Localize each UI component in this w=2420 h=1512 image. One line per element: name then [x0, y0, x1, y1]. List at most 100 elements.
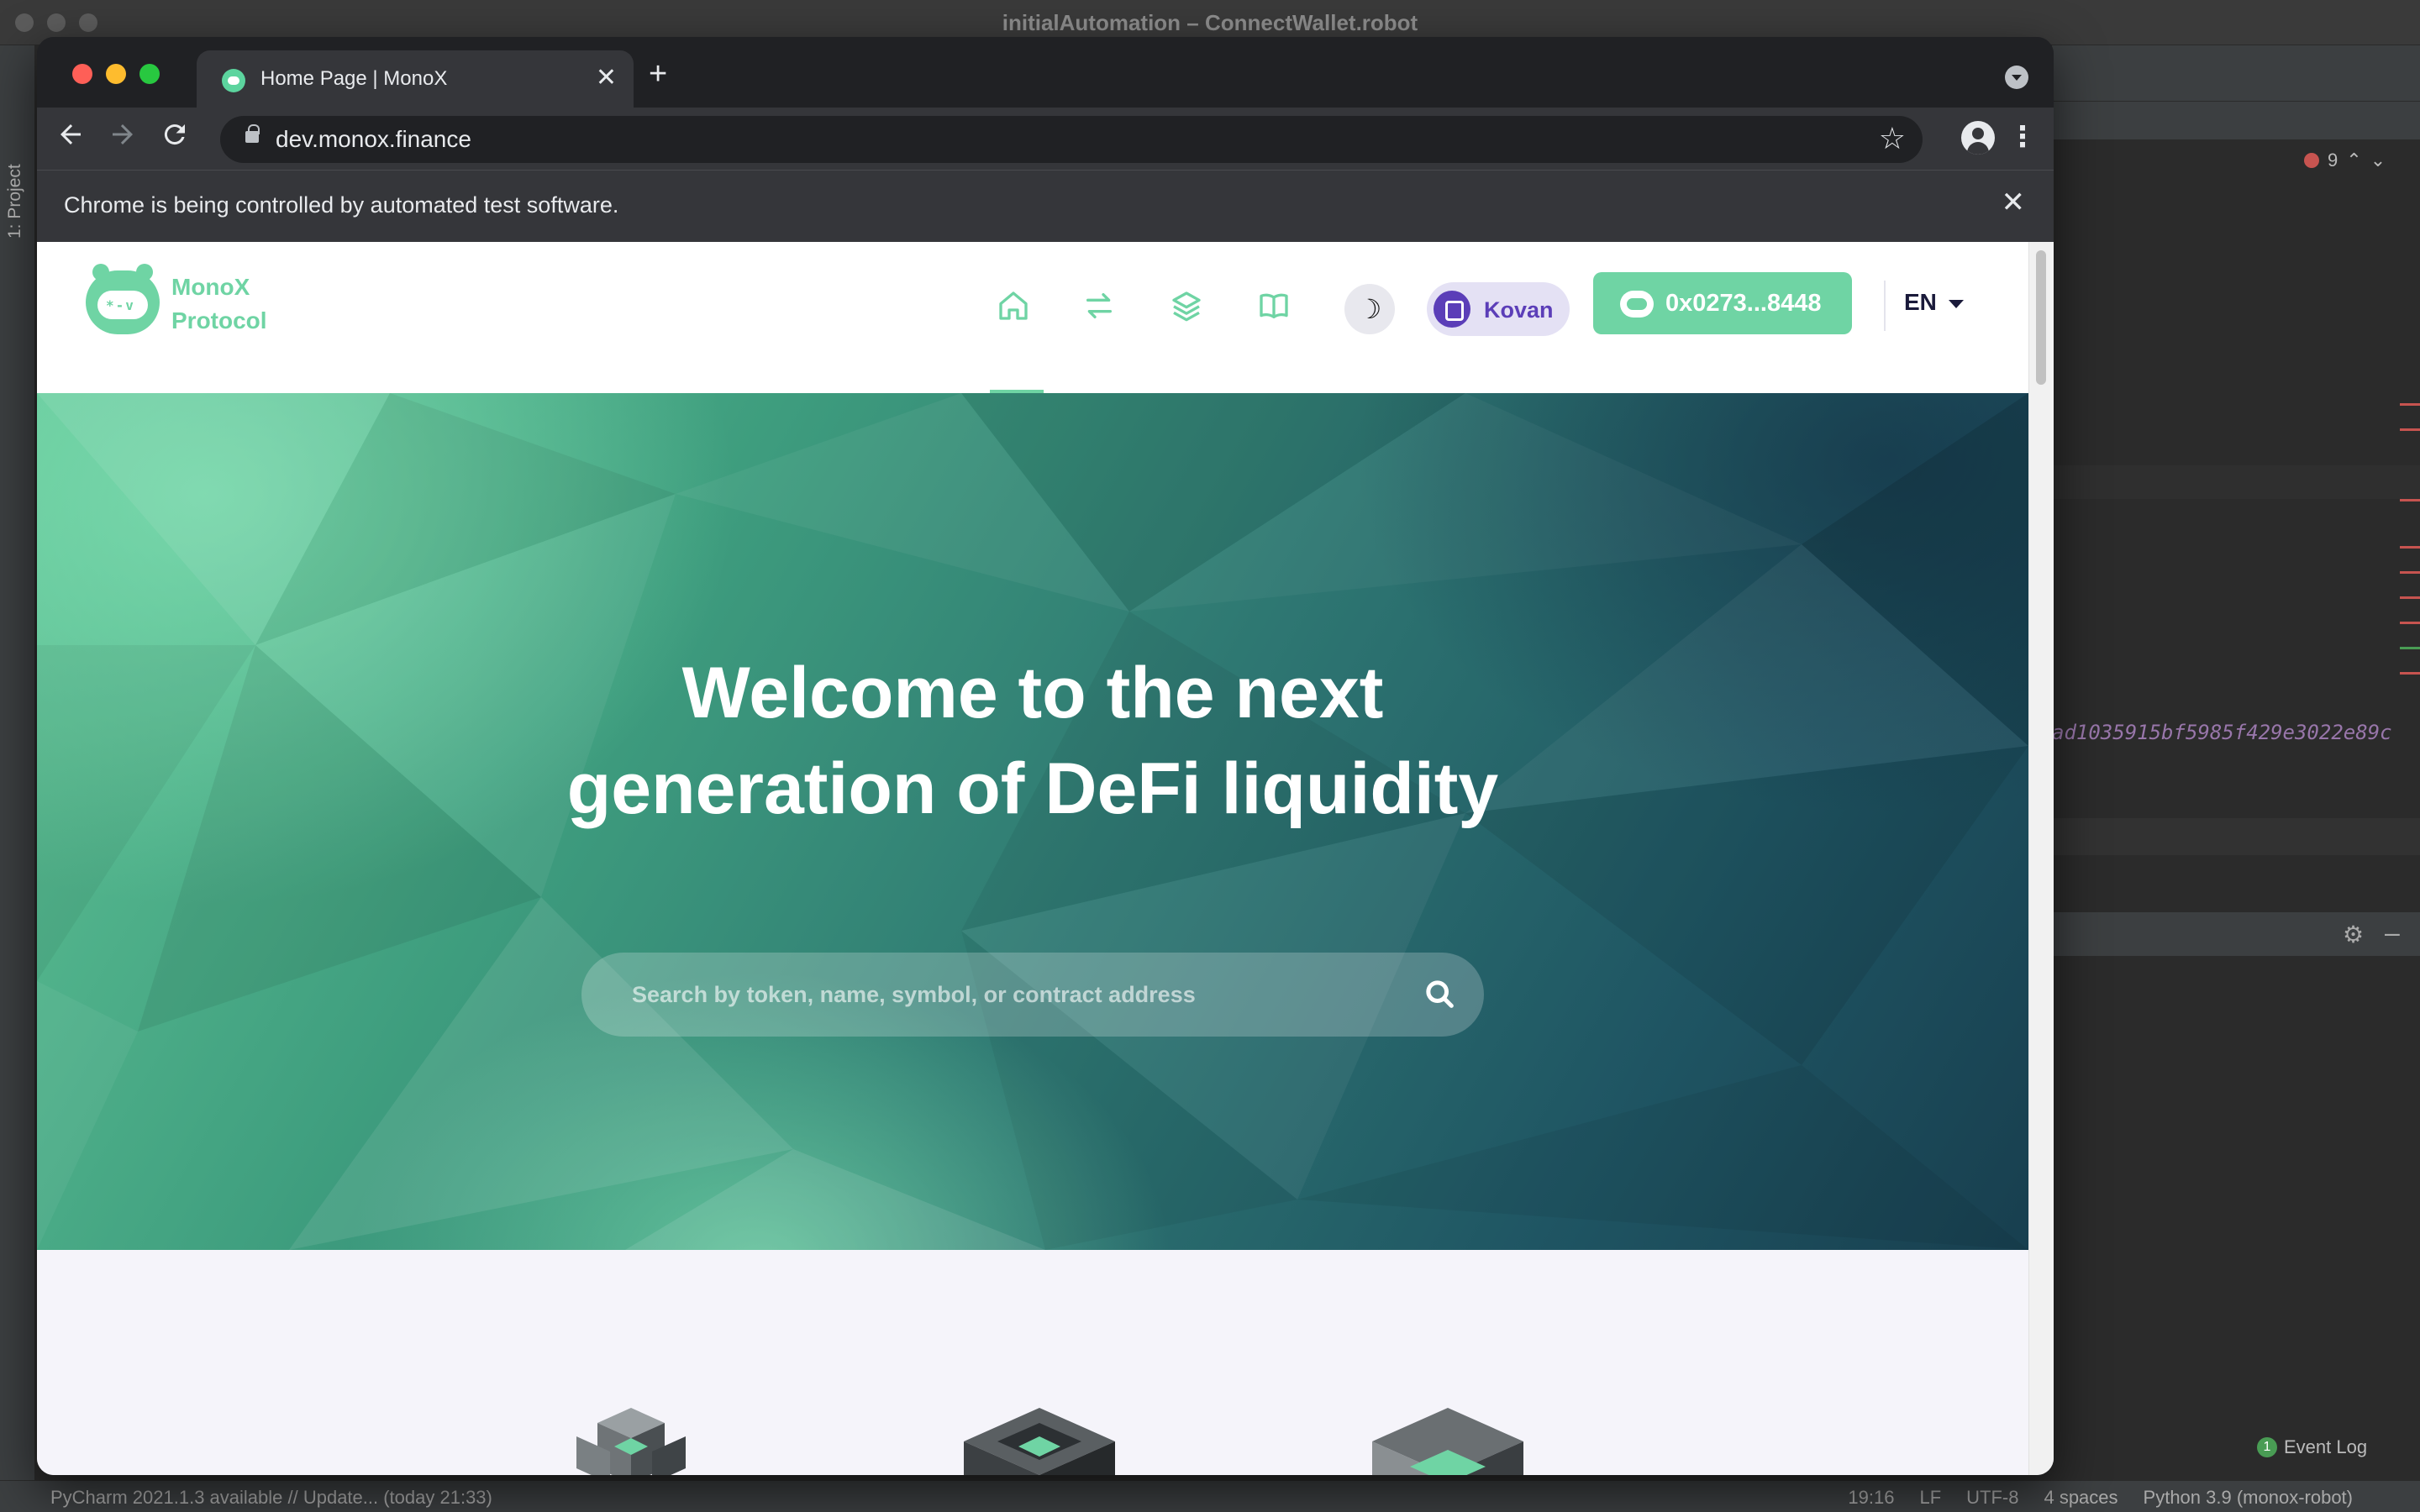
browser-toolbar: dev.monox.finance ☆ ⋮ — [37, 108, 2054, 170]
ide-window-title: initialAutomation – ConnectWallet.robot — [1002, 10, 1418, 35]
indent-setting[interactable]: 4 spaces — [2044, 1487, 2118, 1509]
wallet-icon — [1620, 291, 1654, 318]
arrow-left-icon — [60, 124, 81, 144]
back-button[interactable] — [55, 119, 86, 159]
nav-docs[interactable] — [1257, 289, 1297, 329]
automation-infobar: Chrome is being controlled by automated … — [37, 170, 2054, 242]
ide-left-tool-strip: 1: Project — [0, 45, 35, 1490]
bookmark-star-icon[interactable]: ☆ — [1879, 121, 1906, 156]
logo-wordmark[interactable]: MonoX Protocol — [171, 270, 267, 338]
file-encoding[interactable]: UTF-8 — [1966, 1487, 2018, 1509]
monox-logo-icon[interactable]: *-v — [86, 264, 160, 334]
core-cube-icon — [1372, 1408, 1523, 1475]
error-stripe-mark[interactable] — [2400, 546, 2420, 549]
error-count: 9 — [2328, 150, 2338, 171]
logo-ear — [136, 264, 153, 281]
nav-home[interactable] — [997, 289, 1037, 329]
editor-line-highlight — [2052, 465, 2420, 499]
error-stripe-mark[interactable] — [2400, 499, 2420, 501]
close-infobar-icon[interactable]: ✕ — [2002, 186, 2026, 219]
address-bar[interactable]: dev.monox.finance ☆ — [220, 116, 1923, 163]
chrome-menu-icon[interactable]: ⋮ — [2008, 116, 2037, 158]
book-icon — [1260, 293, 1288, 318]
arrow-right-icon — [113, 124, 133, 144]
minimize-icon[interactable]: – — [2385, 917, 2400, 948]
error-stripe-mark[interactable] — [2400, 403, 2420, 406]
bottom-panel-header: ⚙ – — [2052, 914, 2420, 956]
hero-headline: Welcome to the next generation of DeFi l… — [37, 645, 2028, 837]
language-label: EN — [1904, 289, 1937, 315]
event-count-badge: 1 — [2257, 1437, 2277, 1457]
caret-down-icon — [1948, 299, 1964, 308]
nav-pools[interactable] — [1170, 289, 1210, 329]
token-search-input[interactable] — [632, 973, 1388, 1016]
update-notice[interactable]: PyCharm 2021.1.3 available // Update... … — [50, 1487, 492, 1509]
error-indicator[interactable]: 9 ⌃ ⌄ — [2304, 150, 2386, 171]
ide-editor-area: 9 ⌃ ⌄ ad1035915bf5985f429e3022e89c ⚙ – 1… — [2052, 45, 2420, 1490]
line-separator[interactable]: LF — [1919, 1487, 1941, 1509]
network-selector[interactable]: Kovan — [1427, 282, 1570, 336]
window-controls — [72, 64, 160, 84]
tab-title: Home Page | MonoX — [260, 67, 448, 90]
blocks-cube-icon — [576, 1408, 686, 1475]
home-icon — [999, 291, 1028, 320]
logo-line-2: Protocol — [171, 307, 267, 333]
site-header: *-v MonoX Protocol ☽ Kovan 0x0273...8448… — [37, 242, 2028, 393]
change-stripe-mark[interactable] — [2400, 647, 2420, 649]
event-log-button[interactable]: 1 Event Log — [2257, 1436, 2367, 1458]
event-log-label: Event Log — [2284, 1436, 2368, 1457]
browser-tab-active[interactable]: Home Page | MonoX ✕ — [197, 50, 634, 108]
header-divider — [1884, 281, 1886, 331]
reload-button[interactable] — [160, 119, 190, 159]
project-tool-tab[interactable]: 1: Project — [5, 164, 25, 239]
zoom-window-button[interactable] — [139, 64, 160, 84]
hollow-cube-icon — [964, 1408, 1115, 1475]
search-icon[interactable] — [1423, 978, 1457, 1011]
hero-headline-line-1: Welcome to the next — [681, 653, 1384, 733]
logo-ear — [92, 264, 109, 281]
profile-avatar-icon[interactable] — [1961, 121, 1995, 155]
layers-icon — [1172, 291, 1201, 322]
new-tab-button[interactable]: + — [649, 58, 667, 90]
error-stripe-mark[interactable] — [2400, 428, 2420, 431]
minimize-window-button[interactable] — [106, 64, 126, 84]
status-bar-widgets: 19:16 LF UTF-8 4 spaces Python 3.9 (mono… — [1848, 1487, 2353, 1509]
logo-face: *-v — [106, 297, 135, 313]
logo-line-1: MonoX — [171, 274, 250, 300]
ide-editor-tabs — [2052, 101, 2420, 139]
error-stripe-mark[interactable] — [2400, 622, 2420, 624]
chevron-down-icon[interactable]: ⌄ — [2370, 150, 2386, 171]
code-hash-fragment: ad1035915bf5985f429e3022e89c — [2052, 721, 2392, 744]
hero-banner: Welcome to the next generation of DeFi l… — [37, 393, 2028, 1250]
lock-icon[interactable] — [245, 124, 260, 143]
ide-toolbar — [2052, 45, 2420, 101]
forward-button[interactable] — [108, 119, 138, 159]
language-selector[interactable]: EN — [1904, 289, 1964, 316]
error-stripe-mark[interactable] — [2400, 571, 2420, 574]
close-tab-icon[interactable]: ✕ — [596, 62, 617, 94]
error-stripe-mark[interactable] — [2400, 672, 2420, 675]
token-search-bar[interactable] — [581, 953, 1484, 1037]
network-icon — [1434, 291, 1470, 328]
page-scrollbar[interactable] — [2028, 242, 2054, 1475]
tab-search-icon[interactable] — [2005, 66, 2028, 89]
theme-toggle-moon-icon[interactable]: ☽ — [1344, 284, 1395, 334]
features-section — [37, 1250, 2028, 1475]
cursor-position[interactable]: 19:16 — [1848, 1487, 1894, 1509]
python-interpreter[interactable]: Python 3.9 (monox-robot) — [2144, 1487, 2353, 1509]
error-stripe-mark[interactable] — [2400, 596, 2420, 599]
nav-swap[interactable] — [1082, 289, 1123, 329]
url-text[interactable]: dev.monox.finance — [276, 126, 471, 153]
close-window-button[interactable] — [72, 64, 92, 84]
web-page: *-v MonoX Protocol ☽ Kovan 0x0273...8448… — [37, 242, 2054, 1475]
gear-icon[interactable]: ⚙ — [2343, 921, 2364, 948]
chevron-up-icon[interactable]: ⌃ — [2346, 150, 2361, 171]
infobar-message: Chrome is being controlled by automated … — [64, 192, 619, 218]
hero-headline-line-2: generation of DeFi liquidity — [566, 748, 1499, 829]
page-scrollbar-thumb[interactable] — [2036, 250, 2046, 385]
wallet-address-button[interactable]: 0x0273...8448 — [1593, 272, 1852, 334]
monox-favicon-icon — [222, 69, 245, 92]
editor-current-line — [2052, 818, 2420, 855]
network-label: Kovan — [1484, 297, 1554, 323]
chrome-window: Home Page | MonoX ✕ + dev.monox.finance … — [37, 37, 2054, 1475]
